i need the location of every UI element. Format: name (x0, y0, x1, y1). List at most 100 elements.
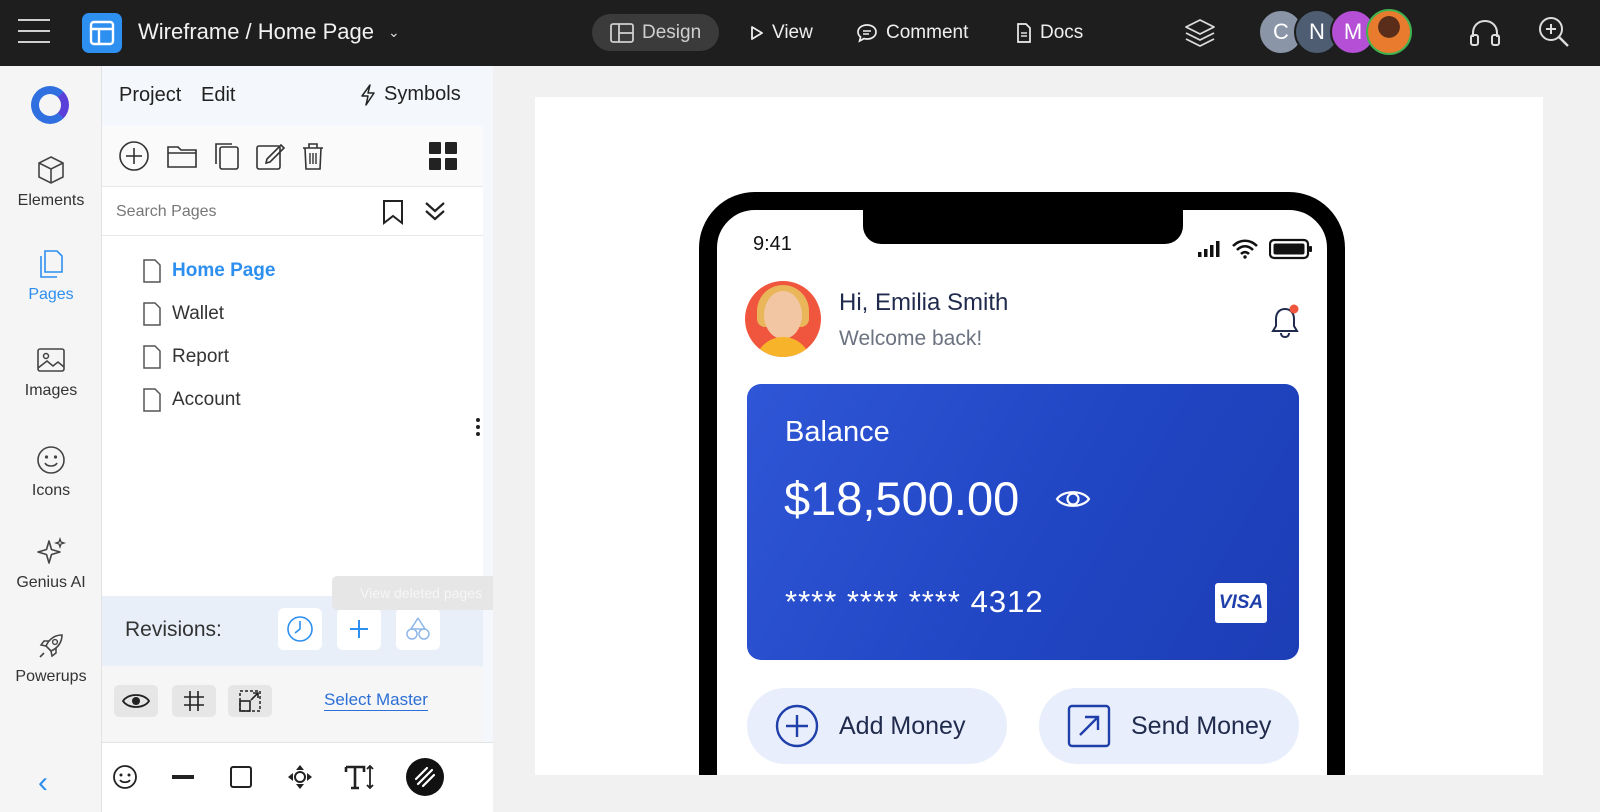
tab-docs-label: Docs (1040, 21, 1084, 43)
add-money-button[interactable]: Add Money (747, 688, 1007, 764)
rail-item-icons[interactable]: Icons (0, 444, 102, 500)
page-icon (143, 388, 161, 412)
balance-amount: $18,500.00 (784, 472, 1020, 525)
wireframe-logo-icon[interactable] (82, 13, 122, 53)
scribble-tool-icon[interactable] (406, 758, 444, 796)
chevron-down-icon: ⌄ (387, 23, 400, 40)
balance-card[interactable]: Balance $18,500.00 **** **** **** 4312 V… (747, 384, 1299, 660)
zoom-in-icon[interactable] (1537, 15, 1571, 54)
trash-icon[interactable] (297, 140, 329, 172)
folder-icon[interactable] (166, 140, 198, 172)
rail-label: Images (24, 382, 78, 399)
rail-item-pages[interactable]: Pages (0, 248, 102, 304)
preview-button[interactable] (114, 685, 158, 717)
duplicate-icon[interactable] (211, 140, 243, 172)
page-item-wallet[interactable]: Wallet (142, 301, 224, 327)
view-options-row: Select Master (102, 666, 483, 742)
emoji-tool-icon[interactable] (108, 760, 142, 794)
recycle-icon (406, 617, 430, 640)
page-item-home-page[interactable]: Home Page (142, 258, 275, 284)
add-page-icon[interactable] (118, 140, 150, 172)
expand-icon (239, 690, 261, 712)
hamburger-icon[interactable] (18, 19, 50, 45)
tab-design-label: Design (642, 21, 702, 43)
rail-item-elements[interactable]: Elements (0, 154, 102, 210)
card-number: **** **** **** 4312 (785, 584, 1044, 619)
play-icon (751, 25, 763, 40)
rail-item-images[interactable]: Images (0, 344, 102, 400)
tab-comment[interactable]: Comment (838, 14, 986, 51)
text-tool-icon[interactable] (343, 760, 377, 794)
tab-view[interactable]: View (732, 14, 831, 51)
breadcrumb-text: Wireframe / Home Page (138, 19, 374, 44)
rectangle-tool-icon[interactable] (224, 760, 258, 794)
menu-edit[interactable]: Edit (201, 84, 235, 107)
search-pages-input[interactable] (116, 199, 366, 225)
menu-project[interactable]: Project (119, 84, 181, 107)
grid-toggle-button[interactable] (172, 685, 216, 717)
chevron-left-icon[interactable]: ‹ (38, 766, 48, 800)
pages-icon (40, 250, 63, 278)
left-rail: Elements Pages Images Icons Genius AI Po… (0, 66, 102, 812)
wifi-icon (1232, 239, 1258, 259)
user-avatar (745, 281, 821, 357)
page-label: Home Page (172, 260, 276, 281)
top-bar: Wireframe / Home Page ⌄ Design View Comm… (0, 0, 1600, 66)
page-item-report[interactable]: Report (142, 344, 229, 370)
plus-icon (350, 620, 368, 638)
avatar[interactable] (1366, 9, 1412, 55)
deleted-pages-button[interactable] (396, 608, 440, 650)
document-icon (1017, 22, 1031, 43)
symbols-button[interactable]: Symbols (360, 83, 461, 106)
status-icons (1197, 238, 1313, 260)
sparkle-icon (37, 536, 67, 564)
panel-resize-handle[interactable] (476, 418, 482, 439)
double-chevron-down-icon[interactable] (422, 198, 448, 224)
rail-label: Pages (28, 286, 74, 303)
bell-icon[interactable] (1269, 304, 1301, 340)
page-label: Report (172, 346, 230, 367)
collaborator-avatars: C N M (1258, 9, 1412, 55)
bookmark-icon[interactable] (380, 198, 406, 226)
revisions-label: Revisions: (125, 618, 222, 641)
tab-design[interactable]: Design (592, 14, 720, 51)
send-money-button[interactable]: Send Money (1039, 688, 1299, 764)
cube-icon (38, 156, 64, 184)
eye-icon[interactable] (1055, 487, 1091, 511)
grid-view-icon[interactable] (427, 140, 459, 172)
clock-icon (287, 616, 313, 642)
page-search-row (102, 186, 483, 236)
add-revision-button[interactable] (337, 608, 381, 650)
grid-icon (184, 691, 204, 711)
rail-label: Icons (31, 482, 71, 499)
design-canvas[interactable]: 9:41 Hi, Emilia Smith Welcome back! Bala… (493, 66, 1600, 812)
greeting-name: Hi, Emilia Smith (839, 289, 1009, 316)
page-icon (143, 259, 161, 283)
rail-item-powerups[interactable]: Powerups (0, 630, 102, 686)
arrow-up-right-icon (1067, 704, 1111, 748)
headset-icon[interactable] (1468, 17, 1502, 54)
signal-icon (1198, 241, 1220, 257)
rocket-icon (39, 634, 63, 658)
rail-item-genius-ai[interactable]: Genius AI (0, 536, 102, 592)
panel-header: Project Edit Symbols (102, 66, 483, 126)
layers-icon[interactable] (1183, 17, 1217, 54)
phone-notch (863, 208, 1183, 244)
resize-button[interactable] (228, 685, 272, 717)
rename-icon[interactable] (254, 140, 286, 172)
symbols-label: Symbols (384, 83, 461, 105)
page-item-account[interactable]: Account (142, 387, 241, 413)
artboard[interactable]: 9:41 Hi, Emilia Smith Welcome back! Bala… (535, 97, 1543, 775)
page-label: Wallet (172, 303, 225, 324)
breadcrumb[interactable]: Wireframe / Home Page ⌄ (138, 19, 400, 45)
page-toolbar (102, 126, 483, 186)
add-money-label: Add Money (839, 711, 966, 740)
tab-docs[interactable]: Docs (998, 14, 1101, 51)
page-icon (143, 302, 161, 326)
rail-label: Elements (17, 192, 85, 209)
line-tool-icon[interactable] (166, 760, 200, 794)
select-master-link[interactable]: Select Master (324, 690, 428, 711)
move-tool-icon[interactable] (283, 760, 317, 794)
eye-icon (121, 694, 151, 708)
history-button[interactable] (278, 608, 322, 650)
